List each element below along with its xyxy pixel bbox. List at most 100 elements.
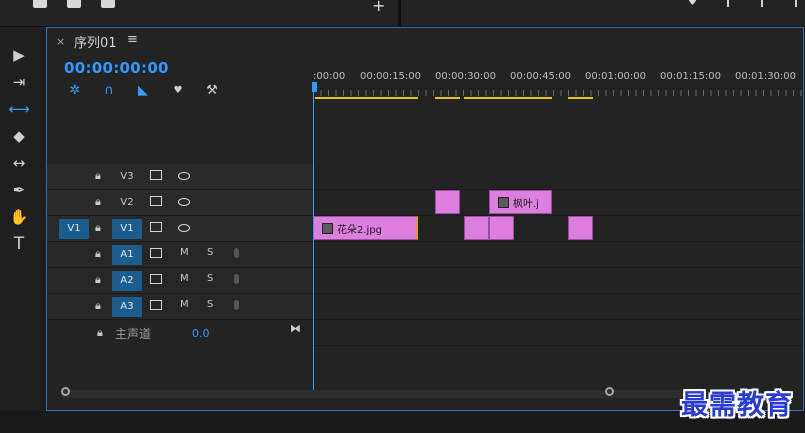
track-header-a3[interactable]: 🔒︎ A3 M S [47, 294, 313, 320]
lane-v3[interactable] [313, 164, 803, 190]
mic-icon[interactable] [234, 248, 239, 258]
sync-lock-icon[interactable] [150, 300, 162, 310]
time-ruler[interactable]: :00:00 00:00:15:00 00:00:30:00 00:00:45:… [313, 66, 803, 100]
mute-button[interactable]: M [180, 247, 189, 258]
master-bowtie-icon[interactable]: ⧓ [290, 322, 301, 335]
sequence-title[interactable]: 序列01 [74, 32, 117, 51]
save-icon[interactable] [33, 0, 47, 8]
eye-icon[interactable] [178, 224, 190, 232]
track-lanes[interactable]: 枫叶.j 花朵2.jpg [313, 164, 803, 394]
track-header-a2[interactable]: 🔒︎ A2 M S [47, 268, 313, 294]
mark-in-icon[interactable] [727, 0, 729, 7]
lock-icon[interactable]: 🔒︎ [97, 326, 103, 340]
camera-icon[interactable] [101, 0, 115, 8]
track-select-tool-icon[interactable]: ⇥ [6, 70, 32, 94]
playhead-timecode[interactable]: 00:00:00:00 [64, 59, 169, 77]
hand-tool-icon[interactable]: ✋ [6, 205, 32, 229]
mark-out-icon[interactable] [761, 0, 763, 7]
type-tool-icon[interactable]: T [6, 232, 32, 256]
work-area-bar[interactable] [568, 97, 593, 99]
clip[interactable] [568, 216, 593, 240]
track-name[interactable]: V2 [112, 193, 142, 213]
eye-icon[interactable] [178, 198, 190, 206]
lock-icon[interactable]: 🔒︎ [95, 273, 101, 287]
marker-icon[interactable]: ♥ [688, 0, 697, 8]
sync-lock-icon[interactable] [150, 274, 162, 284]
track-name[interactable]: A2 [112, 271, 142, 291]
clip[interactable] [489, 216, 514, 240]
add-icon[interactable]: + [372, 0, 385, 15]
solo-button[interactable]: S [207, 273, 213, 284]
sequence-tab[interactable]: × 序列01 ≡ [47, 28, 803, 54]
lock-icon[interactable]: 🔒︎ [95, 247, 101, 261]
work-area-bar[interactable] [464, 97, 552, 99]
track-name[interactable]: V1 [112, 219, 142, 239]
lane-a1[interactable] [313, 242, 803, 268]
slip-tool-icon[interactable]: ↔ [6, 151, 32, 175]
goto-in-icon[interactable] [795, 0, 797, 7]
solo-button[interactable]: S [207, 247, 213, 258]
pen-tool-icon[interactable]: ✒ [6, 178, 32, 202]
add-marker-icon[interactable]: ♥ [170, 82, 186, 98]
lane-master[interactable] [313, 320, 803, 346]
mic-icon[interactable] [234, 274, 239, 284]
lane-v2[interactable]: 枫叶.j [313, 190, 803, 216]
track-header-v2[interactable]: 🔒︎ V2 [47, 190, 313, 216]
solo-button[interactable]: S [207, 299, 213, 310]
track-name[interactable]: A3 [112, 297, 142, 317]
lock-icon[interactable]: 🔒︎ [95, 195, 101, 209]
snap-icon[interactable]: ∩ [101, 82, 117, 98]
clip-label: 枫叶.j [513, 199, 539, 210]
sync-lock-icon[interactable] [150, 248, 162, 258]
clip-maple-leaf[interactable]: 枫叶.j [489, 190, 552, 214]
lane-a2[interactable] [313, 268, 803, 294]
track-name[interactable]: A1 [112, 245, 142, 265]
eye-icon[interactable] [178, 172, 190, 180]
sync-lock-icon[interactable] [150, 196, 162, 206]
horizontal-zoom-scrollbar[interactable] [61, 387, 711, 398]
sync-lock-icon[interactable] [150, 222, 162, 232]
clip[interactable] [464, 216, 489, 240]
ripple-edit-tool-icon[interactable]: ⟷ [6, 97, 32, 121]
track-name[interactable]: V3 [112, 167, 142, 187]
ruler-label: :00:00 [313, 71, 346, 82]
hamburger-menu-icon[interactable]: ≡ [127, 32, 138, 47]
close-tab-icon[interactable]: × [56, 35, 65, 48]
work-area-bar[interactable] [435, 97, 460, 99]
ruler-label: 00:00:15:00 [360, 71, 422, 82]
linked-selection-icon[interactable]: ◣ [135, 82, 151, 98]
ruler-label: 00:01:15:00 [660, 71, 722, 82]
track-headers: 🔒︎ V3 🔒︎ V2 V1 🔒︎ V1 🔒︎ A1 M S 🔒︎ A2 M S… [47, 164, 313, 344]
mute-button[interactable]: M [180, 299, 189, 310]
lock-icon[interactable]: 🔒︎ [95, 169, 101, 183]
fx-badge-icon [498, 197, 509, 208]
zoom-handle-left[interactable] [61, 387, 70, 396]
ruler-ticks [313, 90, 803, 96]
source-patch-v1[interactable]: V1 [59, 219, 89, 239]
track-header-a1[interactable]: 🔒︎ A1 M S [47, 242, 313, 268]
export-icon[interactable] [67, 0, 81, 8]
mute-button[interactable]: M [180, 273, 189, 284]
mic-icon[interactable] [234, 300, 239, 310]
sync-lock-icon[interactable] [150, 170, 162, 180]
master-volume-value[interactable]: 0.0 [192, 327, 210, 340]
wrench-icon[interactable]: ⚒ [204, 82, 220, 98]
lock-icon[interactable]: 🔒︎ [95, 221, 101, 235]
clip[interactable] [435, 190, 460, 214]
ruler-label: 00:01:00:00 [585, 71, 647, 82]
track-header-v1[interactable]: V1 🔒︎ V1 [47, 216, 313, 242]
selection-tool-icon[interactable]: ▶ [6, 43, 32, 67]
master-track-label: 主声道 [115, 327, 152, 341]
razor-tool-icon[interactable]: ◆ [6, 124, 32, 148]
watermark-logo: 最需教育 [681, 390, 793, 421]
clip-flower[interactable]: 花朵2.jpg [313, 216, 418, 240]
nest-sequence-icon[interactable]: ✲ [67, 82, 83, 98]
lane-a3[interactable] [313, 294, 803, 320]
track-header-v3[interactable]: 🔒︎ V3 [47, 164, 313, 190]
work-area-bar[interactable] [315, 97, 418, 99]
panel-divider[interactable] [398, 0, 401, 26]
zoom-handle-right[interactable] [605, 387, 614, 396]
lock-icon[interactable]: 🔒︎ [95, 299, 101, 313]
lane-v1[interactable]: 花朵2.jpg [313, 216, 803, 242]
playhead-line[interactable] [313, 84, 314, 390]
